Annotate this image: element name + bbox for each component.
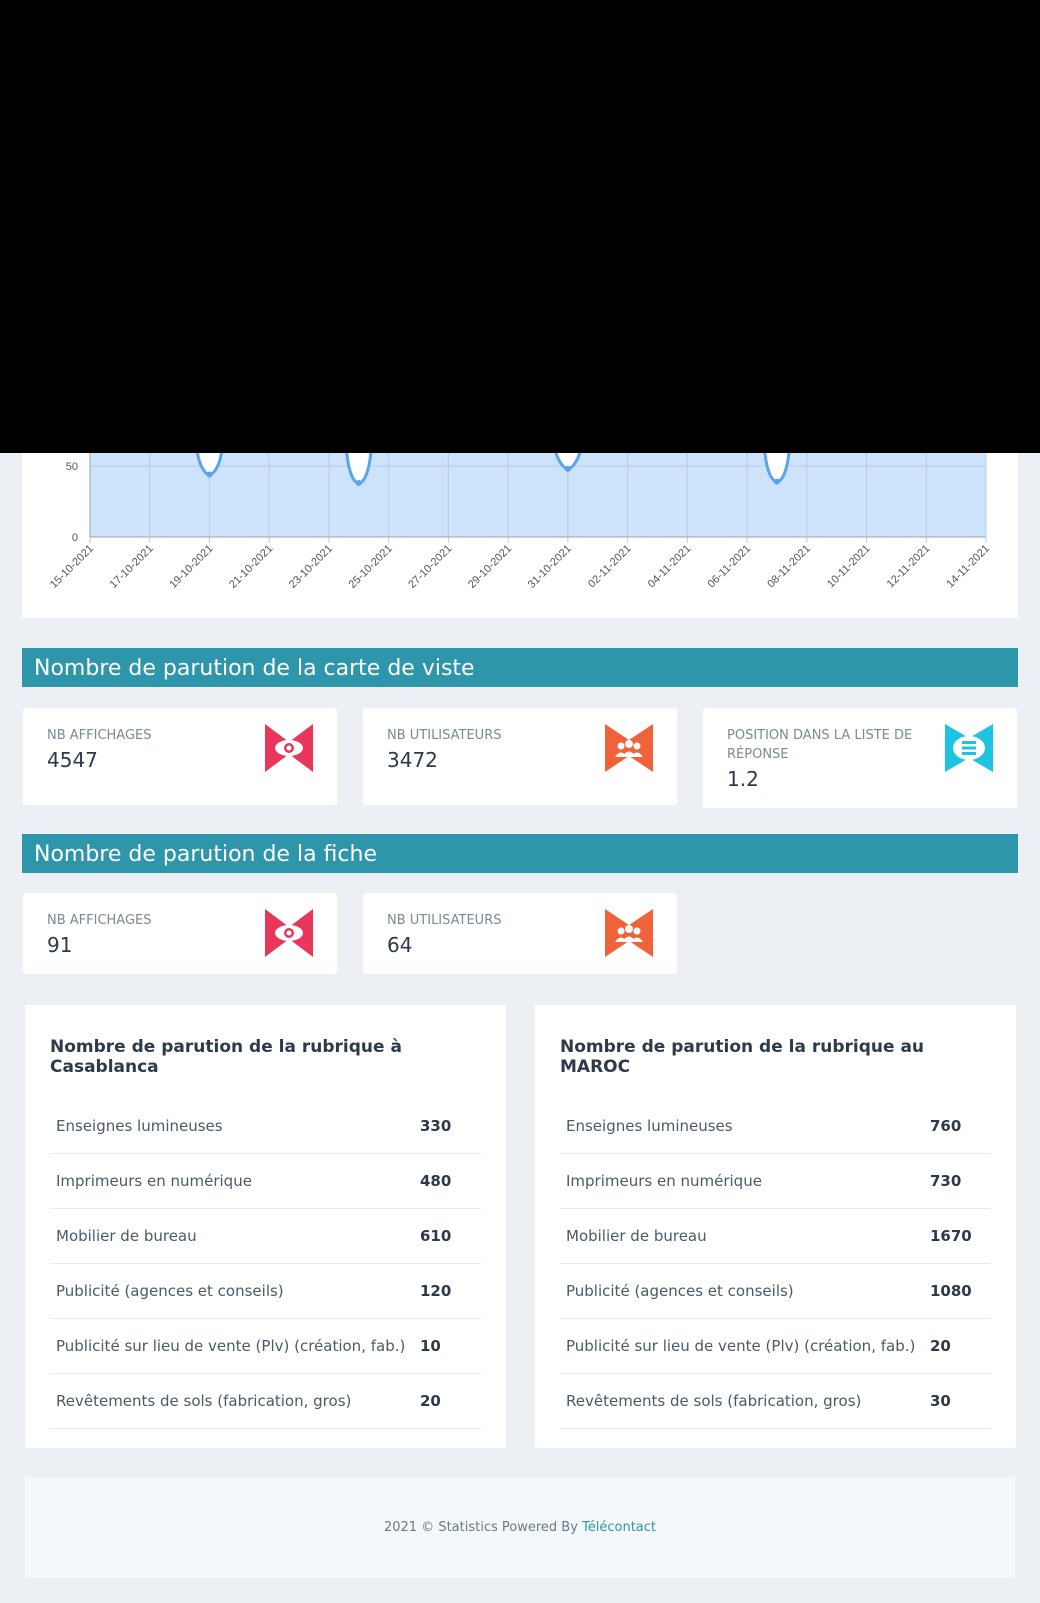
row-label: Publicité (agences et conseils): [56, 1282, 284, 1300]
x-tick-label: 02-11-2021: [586, 543, 634, 591]
row-value: 610: [420, 1227, 452, 1245]
x-tick-label: 23-10-2021: [287, 543, 335, 591]
table-row: Publicité sur lieu de vente (Plv) (créat…: [50, 1319, 481, 1374]
users-icon: [605, 724, 653, 772]
stat-card-affichages: NB AFFICHAGES 4547: [23, 708, 337, 805]
row-label: Imprimeurs en numérique: [56, 1172, 252, 1190]
table-row: Imprimeurs en numérique 480: [50, 1154, 481, 1209]
table-row: Mobilier de bureau 1670: [560, 1209, 991, 1264]
y-tick-label: 50: [66, 461, 78, 473]
eye-icon: [265, 724, 313, 772]
row-label: Mobilier de bureau: [566, 1227, 707, 1245]
x-tick-label: 17-10-2021: [108, 543, 156, 591]
table-row: Mobilier de bureau 610: [50, 1209, 481, 1264]
table-row: Revêtements de sols (fabrication, gros) …: [560, 1374, 991, 1429]
stat-card-fiche-utilisateurs: NB UTILISATEURS 64: [363, 893, 677, 974]
x-tick-label: 25-10-2021: [347, 543, 395, 591]
y-tick-label: 0: [72, 532, 78, 544]
list-icon: [945, 724, 993, 772]
footer-text: 2021 © Statistics Powered By: [383, 1520, 583, 1535]
rubrique-maroc-card: Nombre de parution de la rubrique au MAR…: [535, 1005, 1016, 1448]
rubrique-title: Nombre de parution de la rubrique au MAR…: [560, 1037, 925, 1077]
row-value: 1080: [930, 1282, 972, 1300]
table-row: Enseignes lumineuses 760: [560, 1099, 991, 1154]
row-label: Publicité sur lieu de vente (Plv) (créat…: [566, 1337, 916, 1355]
x-tick-label: 31-10-2021: [526, 543, 574, 591]
table-row: Publicité (agences et conseils) 1080: [560, 1264, 991, 1319]
x-tick-label: 21-10-2021: [227, 543, 275, 591]
x-tick-label: 19-10-2021: [167, 543, 215, 591]
table-row: Publicité (agences et conseils) 120: [50, 1264, 481, 1319]
table-row: Revêtements de sols (fabrication, gros) …: [50, 1374, 481, 1429]
x-tick-label: 06-11-2021: [705, 543, 753, 591]
x-tick-label: 10-11-2021: [825, 543, 873, 591]
row-value: 120: [420, 1282, 452, 1300]
stat-card-utilisateurs: NB UTILISATEURS 3472: [363, 708, 677, 805]
row-label: Revêtements de sols (fabrication, gros): [566, 1392, 862, 1410]
footer: 2021 © Statistics Powered By Télécontact: [25, 1477, 1015, 1578]
row-label: Publicité (agences et conseils): [566, 1282, 794, 1300]
data-point: [206, 471, 213, 478]
section-title-carte: Nombre de parution de la carte de viste: [22, 648, 1018, 687]
x-tick-label: 15-10-2021: [48, 543, 96, 591]
data-point: [564, 465, 571, 472]
eye-icon: [265, 909, 313, 957]
rubrique-casablanca-card: Nombre de parution de la rubrique à Casa…: [25, 1005, 506, 1448]
table-row: Imprimeurs en numérique 730: [560, 1154, 991, 1209]
row-value: 10: [420, 1337, 441, 1355]
row-label: Enseignes lumineuses: [56, 1117, 223, 1135]
stat-card-position: POSITION DANS LA LISTE DE RÉPONSE 1.2: [703, 708, 1017, 808]
row-value: 30: [930, 1392, 951, 1410]
stat-card-fiche-affichages: NB AFFICHAGES 91: [23, 893, 337, 974]
row-value: 730: [930, 1172, 962, 1190]
row-value: 760: [930, 1117, 962, 1135]
row-label: Publicité sur lieu de vente (Plv) (créat…: [56, 1337, 406, 1355]
stat-label: NB AFFICHAGES: [47, 913, 152, 928]
row-label: Revêtements de sols (fabrication, gros): [56, 1392, 352, 1410]
row-label: Imprimeurs en numérique: [566, 1172, 762, 1190]
redacted-region: [0, 0, 1040, 453]
stat-label: NB UTILISATEURS: [387, 728, 502, 743]
data-point: [355, 480, 362, 487]
rubrique-title: Nombre de parution de la rubrique à Casa…: [50, 1037, 402, 1077]
x-tick-label: 04-11-2021: [646, 543, 694, 591]
section-title-fiche: Nombre de parution de la fiche: [22, 834, 1018, 873]
x-tick-label: 12-11-2021: [885, 543, 933, 591]
stat-label: NB AFFICHAGES: [47, 728, 152, 743]
row-value: 330: [420, 1117, 452, 1135]
row-label: Enseignes lumineuses: [566, 1117, 733, 1135]
row-value: 20: [930, 1337, 951, 1355]
footer-link[interactable]: Télécontact: [582, 1520, 656, 1535]
x-tick-label: 29-10-2021: [466, 543, 514, 591]
data-point: [773, 478, 780, 485]
table-row: Enseignes lumineuses 330: [50, 1099, 481, 1154]
x-tick-label: 27-10-2021: [406, 543, 454, 591]
views-chart: 0 50 15-10-2021 17-10-2021 19-10-2021 21-10-2…: [22, 453, 1018, 618]
stat-label: NB UTILISATEURS: [387, 913, 502, 928]
stat-label: POSITION DANS LA LISTE DE RÉPONSE: [727, 728, 913, 762]
table-row: Publicité sur lieu de vente (Plv) (créat…: [560, 1319, 991, 1374]
area-chart: 0 50 15-10-2021 17-10-2021 19-10-2021 21-10-2…: [48, 453, 992, 591]
x-tick-label: 14-11-2021: [944, 543, 992, 591]
row-label: Mobilier de bureau: [56, 1227, 197, 1245]
row-value: 1670: [930, 1227, 972, 1245]
users-icon: [605, 909, 653, 957]
row-value: 20: [420, 1392, 441, 1410]
row-value: 480: [420, 1172, 452, 1190]
x-tick-label: 08-11-2021: [765, 543, 813, 591]
